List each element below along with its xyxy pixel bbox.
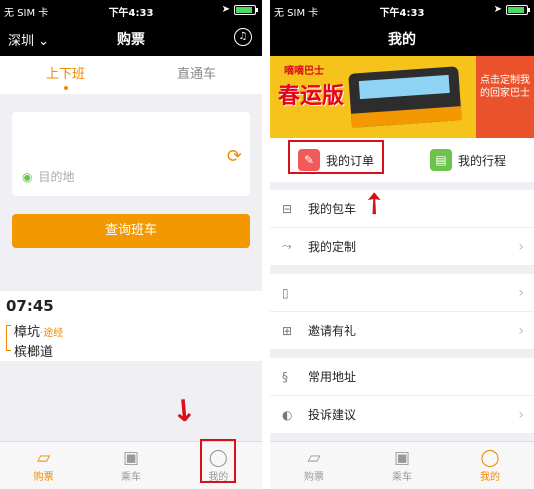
tab-ticket[interactable]: ▱ 购票 <box>270 442 358 489</box>
destination-field[interactable]: ◉ 目的地 <box>22 168 75 185</box>
custom-icon: ⤳ <box>282 239 292 253</box>
user-icon: ◯ <box>480 448 500 468</box>
route-card: ◉ 目的地 ⟳ <box>12 112 250 196</box>
my-trips-label: 我的行程 <box>457 153 506 168</box>
tab-ride[interactable]: ▣ 乘车 <box>358 442 446 489</box>
banner-cta[interactable]: 点击定制我的回家巴士 <box>476 56 534 138</box>
calendar-icon: ▤ <box>429 149 452 171</box>
page-title: 购票 <box>117 32 145 48</box>
trip-list-item[interactable]: 07:45 樟坑·途经 槟榔道 <box>0 291 262 361</box>
tab-ride[interactable]: ▣ 乘车 <box>87 442 174 489</box>
divider <box>0 94 262 112</box>
battery-icon <box>234 4 258 15</box>
ride-icon: ▣ <box>122 448 140 468</box>
divider <box>270 350 534 358</box>
menu-group-3: § 常用地址 ◐ 投诉建议 › <box>270 358 534 434</box>
trip-stop-from: 樟坑·途经 <box>14 325 64 340</box>
menu-item-document[interactable]: ▯ › <box>270 274 534 312</box>
location-icon: ➤ <box>493 4 502 15</box>
menu-item-invite[interactable]: ⊞ 邀请有礼 › <box>270 312 534 350</box>
tab-express[interactable]: 直通车 <box>131 56 262 94</box>
tab-ticket[interactable]: ▱ 购票 <box>0 442 87 489</box>
promo-banner[interactable]: 嘀嘀巴士 春运版 点击定制我的回家巴士 <box>270 56 534 138</box>
notification-icon[interactable]: ♫ <box>234 28 252 46</box>
menu-group-1: ⊟ 我的包车 ⤳ 我的定制 › <box>270 190 534 266</box>
address-icon: § <box>282 369 288 384</box>
chevron-right-icon: › <box>518 238 524 255</box>
ticket-icon: ▱ <box>37 448 51 468</box>
destination-placeholder: 目的地 <box>38 170 75 184</box>
bus-icon: ⊟ <box>282 201 293 216</box>
left-screen: 无 SIM 卡 下午4:33 ➤ 深圳 ⌄ 购票 ♫ 上下班 直通车 ◉ 目的地… <box>0 0 262 489</box>
my-trips-button[interactable]: ▤ 我的行程 <box>402 138 534 182</box>
menu-item-address[interactable]: § 常用地址 <box>270 358 534 396</box>
nav-bar: 深圳 ⌄ 购票 ♫ <box>0 20 262 56</box>
chevron-right-icon: › <box>518 322 524 339</box>
status-right: ➤ <box>493 4 530 15</box>
route-bracket <box>6 325 11 351</box>
menu-group-2: ▯ › ⊞ 邀请有礼 › <box>270 274 534 350</box>
document-icon: ▯ <box>282 285 289 300</box>
gift-icon: ⊞ <box>282 323 293 338</box>
bus-illustration <box>348 66 462 128</box>
right-screen: 无 SIM 卡 下午4:33 ➤ 我的 嘀嘀巴士 春运版 点击定制我的回家巴士 … <box>270 0 534 489</box>
highlight-mine-tab <box>200 439 236 483</box>
bottom-tab-bar: ▱ 购票 ▣ 乘车 ◯ 我的 <box>270 441 534 489</box>
ticket-icon: ▱ <box>307 448 321 468</box>
location-pin-icon: ◉ <box>22 169 33 184</box>
page-title: 我的 <box>388 32 416 48</box>
divider <box>270 182 534 190</box>
tab-bar-top: 上下班 直通车 <box>0 56 262 94</box>
swap-icon[interactable]: ⟳ <box>227 146 242 167</box>
status-right: ➤ <box>221 4 258 15</box>
nav-bar: 我的 <box>270 20 534 56</box>
status-bar: 无 SIM 卡 下午4:33 ➤ <box>270 0 534 20</box>
location-icon: ➤ <box>221 4 230 15</box>
tab-commute[interactable]: 上下班 <box>0 56 131 94</box>
chevron-right-icon: › <box>518 406 524 423</box>
highlight-my-orders <box>288 140 384 174</box>
menu-item-feedback[interactable]: ◐ 投诉建议 › <box>270 396 534 434</box>
tab-mine[interactable]: ◯ 我的 <box>446 442 534 489</box>
ride-icon: ▣ <box>393 448 411 468</box>
banner-headline: 春运版 <box>278 84 345 109</box>
divider <box>270 266 534 274</box>
menu-item-custom[interactable]: ⤳ 我的定制 › <box>270 228 534 266</box>
pointer-arrow: ↘ <box>162 389 204 433</box>
search-button[interactable]: 查询班车 <box>12 214 250 248</box>
feedback-icon: ◐ <box>282 407 293 422</box>
battery-icon <box>506 4 530 15</box>
banner-brand: 嘀嘀巴士 <box>284 66 324 77</box>
trip-time: 07:45 <box>6 297 54 315</box>
status-bar: 无 SIM 卡 下午4:33 ➤ <box>0 0 262 20</box>
chevron-right-icon: › <box>518 284 524 301</box>
trip-stop-to: 槟榔道 <box>14 345 54 360</box>
menu-item-charter[interactable]: ⊟ 我的包车 <box>270 190 534 228</box>
